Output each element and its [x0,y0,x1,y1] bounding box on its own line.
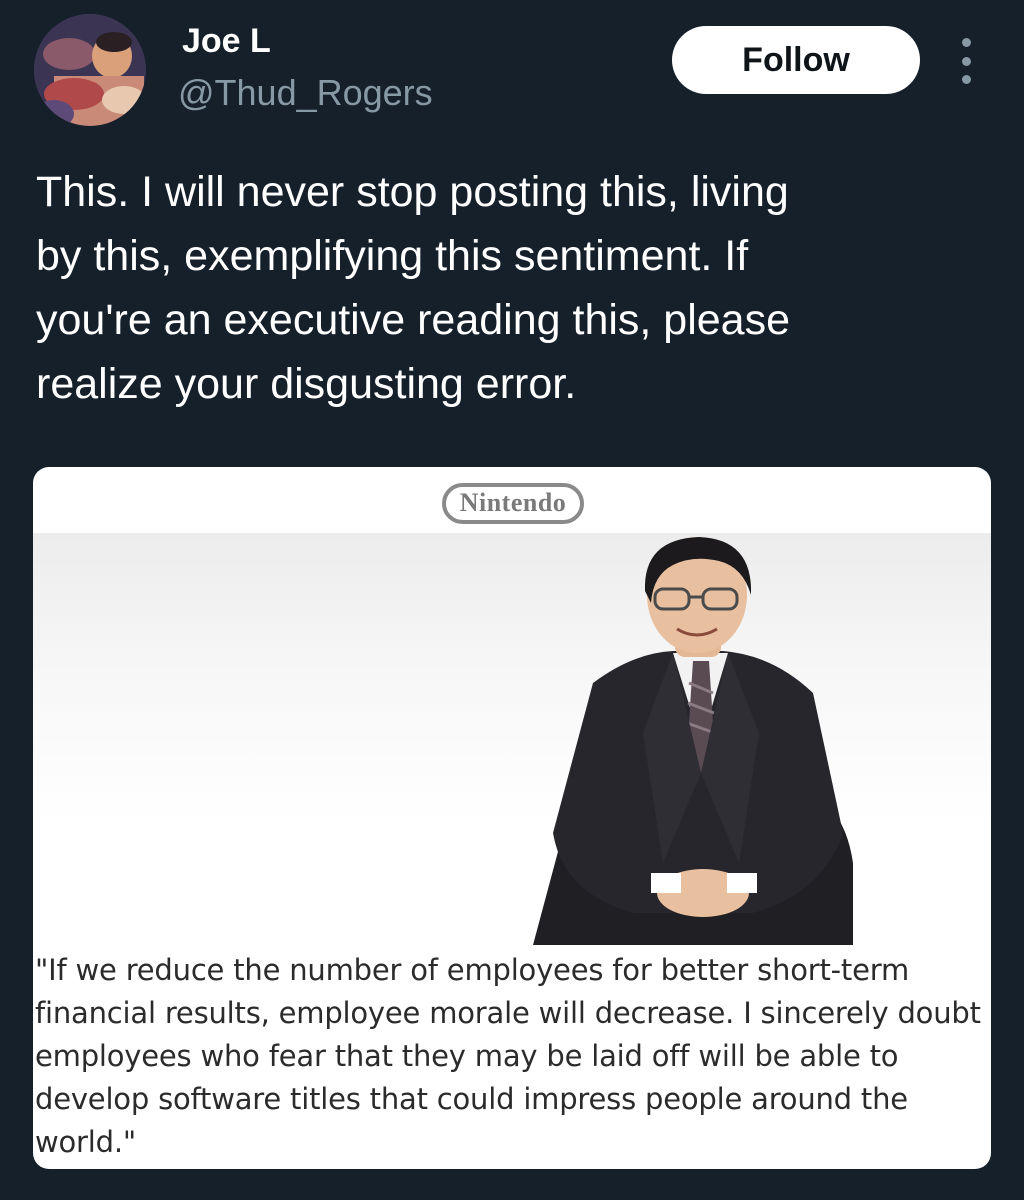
display-name[interactable]: Joe L [182,22,271,61]
avatar-image [34,14,146,126]
dot [961,75,971,84]
dot [961,56,971,66]
avatar[interactable] [34,14,146,126]
man-in-suit-illustration [533,537,853,945]
dot [961,38,971,47]
follow-button[interactable]: Follow [672,26,920,94]
nintendo-logo: Nintendo [423,482,603,524]
quote-text: "If we reduce the number of employees fo… [35,953,981,1159]
user-handle[interactable]: @Thud_Rogers [178,72,433,114]
nintendo-logo-text: Nintendo [441,482,585,524]
tweet-text: This. I will never stop posting this, li… [36,168,791,408]
more-vertical-icon[interactable] [952,38,980,84]
executive-photo [33,533,991,945]
tweet-media-image[interactable]: Nintendo "If we reduce the number of emp… [33,467,991,1169]
